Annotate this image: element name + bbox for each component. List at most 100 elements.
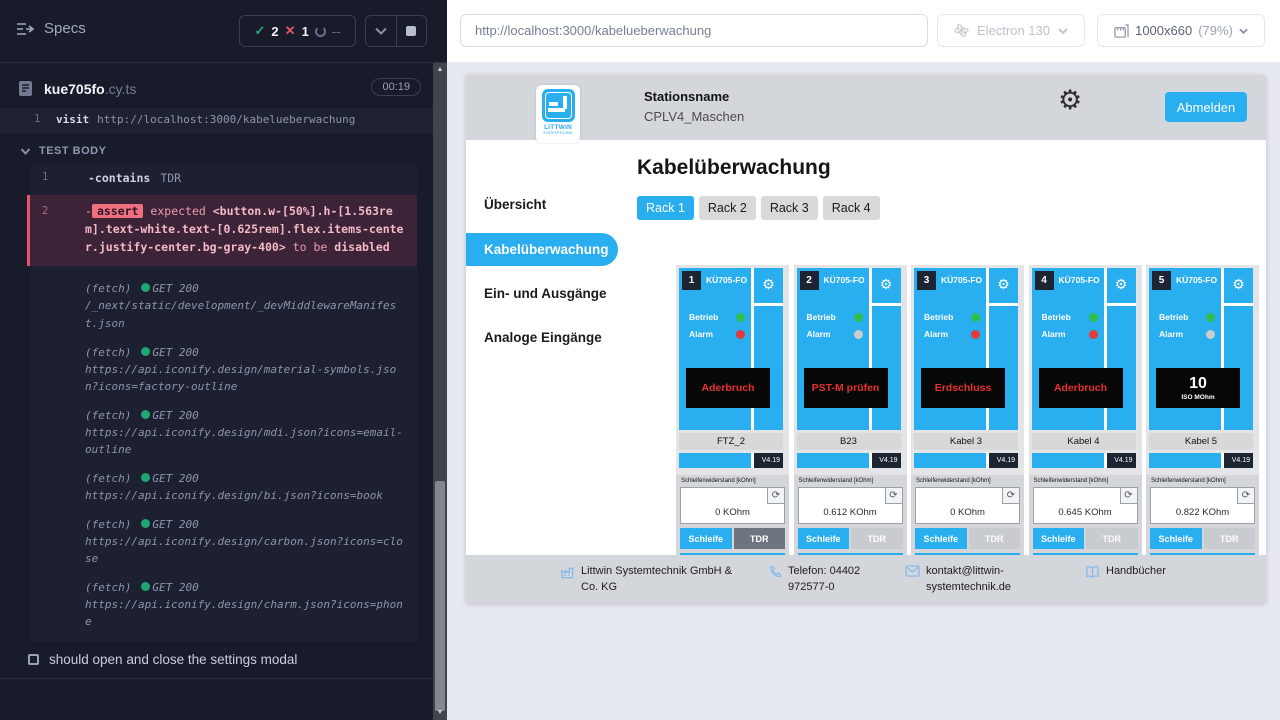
viewport-zoom: (79%) (1198, 23, 1233, 38)
scroll-down-icon[interactable]: ▼ (433, 708, 447, 718)
ruler-icon (1114, 24, 1129, 38)
runner-toolbar: Electron 130 1000x660 (79%) (447, 0, 1280, 62)
fetch-log-entry[interactable]: (fetch)GET 200 https://api.iconify.desig… (30, 573, 417, 636)
refresh-icon[interactable]: ⟳ (767, 487, 785, 504)
sidebar-item-uebersicht[interactable]: Übersicht (484, 197, 546, 212)
command-visit[interactable]: 1 visithttp://localhost:3000/kabelueberw… (0, 108, 433, 133)
device-gear-icon[interactable]: ⚙ (1232, 276, 1245, 292)
device-model: KÜ705-FO (1176, 275, 1217, 285)
test-body-label: TEST BODY (39, 145, 106, 157)
fetch-url: https://api.iconify.design/bi.json?icons… (85, 489, 383, 502)
fetch-url: https://api.iconify.design/charm.json?ic… (85, 598, 403, 628)
device-gear-icon[interactable]: ⚙ (997, 276, 1010, 292)
next-test-row[interactable]: should open and close the settings modal (0, 652, 433, 667)
logout-button[interactable]: Abmelden (1165, 92, 1247, 122)
next-test-title: should open and close the settings modal (49, 652, 297, 667)
command-arg: http://localhost:3000/kabelueberwachung (97, 113, 355, 126)
tdr-button[interactable]: TDR (734, 528, 786, 549)
tdr-button[interactable]: TDR (1086, 528, 1138, 549)
sidebar-item-analoge-eingaenge[interactable]: Analoge Eingänge (484, 330, 602, 345)
resistance-label: Schleifenwiderstand [kOhm] (681, 478, 756, 484)
betrieb-led (736, 313, 745, 322)
footer-phone: Telefon: 04402 972577-0 (768, 564, 898, 596)
scrollbar-thumb[interactable] (435, 481, 445, 711)
command-assert-failed[interactable]: 2 -assert expected <button.w-[50%].h-[1.… (27, 195, 417, 266)
viewport-selector[interactable]: 1000x660 (79%) (1097, 14, 1265, 47)
specs-menu[interactable]: Specs (16, 20, 86, 37)
betrieb-row: Betrieb (689, 312, 745, 322)
command-number: 1 (34, 113, 40, 125)
scroll-up-icon[interactable]: ▲ (433, 65, 447, 75)
reporter-header: Specs ✓ 2 ✕ 1 -- (0, 0, 447, 63)
slot-number: 4 (1035, 271, 1054, 290)
schleife-button[interactable]: Schleife (915, 528, 967, 549)
tdr-button[interactable]: TDR (851, 528, 903, 549)
cable-name: B23 (797, 433, 901, 450)
factory-icon (560, 565, 575, 580)
logo-mark-icon (542, 89, 575, 122)
station-name: CPLV4_Maschen (644, 109, 744, 124)
fetch-label: (fetch) (85, 346, 131, 359)
browser-label: Electron 130 (977, 23, 1050, 38)
chevron-down-icon (1058, 28, 1068, 34)
schleife-button[interactable]: Schleife (680, 528, 732, 549)
sidebar-item-kabelueberwachung[interactable]: Kabelüberwachung (466, 233, 618, 266)
address-bar[interactable] (460, 14, 928, 47)
littwin-logo: LITTWIN SYSTEMTECHNIK (536, 85, 580, 143)
reporter-scrollbar[interactable]: ▲ ▼ (433, 63, 447, 720)
refresh-icon[interactable]: ⟳ (1120, 487, 1138, 504)
schleife-button[interactable]: Schleife (798, 528, 850, 549)
fetch-log-entry[interactable]: (fetch)GET 200 https://api.iconify.desig… (30, 510, 417, 573)
fetch-label: (fetch) (85, 518, 131, 531)
cable-name: Kabel 4 (1032, 433, 1136, 450)
tab-rack-2[interactable]: Rack 2 (699, 196, 756, 220)
resistance-readout: ⟳ 0.612 KOhm (798, 487, 903, 524)
browser-selector[interactable]: Electron 130 (937, 14, 1085, 47)
fetch-log-entry[interactable]: (fetch)GET 200 /_next/static/development… (30, 274, 417, 337)
refresh-icon[interactable]: ⟳ (885, 487, 903, 504)
assert-state: disabled (334, 240, 389, 254)
firmware-version: V4.19 (1224, 453, 1253, 468)
tab-rack-3[interactable]: Rack 3 (761, 196, 818, 220)
device-model: KÜ705-FO (706, 275, 747, 285)
tdr-button[interactable]: TDR (1204, 528, 1256, 549)
schleife-button[interactable]: Schleife (1150, 528, 1202, 549)
app-header: Stationsname CPLV4_Maschen ⚙ Abmelden (466, 75, 1266, 140)
tdr-button[interactable]: TDR (969, 528, 1021, 549)
spec-row[interactable]: kue705fo.cy.ts 00:19 (0, 78, 433, 108)
device-gear-icon[interactable]: ⚙ (762, 276, 775, 292)
command-log: 1 visithttp://localhost:3000/kabelueberw… (0, 108, 433, 642)
device-gear-icon[interactable]: ⚙ (1115, 276, 1128, 292)
settings-gear-icon[interactable]: ⚙ (1058, 87, 1082, 114)
collapse-button[interactable] (366, 16, 396, 46)
sidebar-item-ein-und-ausgaenge[interactable]: Ein- und Ausgänge (484, 286, 607, 301)
footer-manuals[interactable]: Handbücher (1085, 564, 1166, 580)
spec-duration: 00:19 (371, 78, 421, 96)
spec-file-icon (18, 80, 33, 97)
fetch-url: https://api.iconify.design/material-symb… (85, 363, 396, 393)
page-title: Kabelüberwachung (637, 156, 831, 180)
test-body-header[interactable]: TEST BODY (20, 145, 419, 157)
pending-count: -- (332, 24, 341, 39)
refresh-icon[interactable]: ⟳ (1237, 487, 1255, 504)
specs-label: Specs (44, 20, 86, 37)
alarm-row: Alarm (1042, 329, 1098, 339)
schleife-button[interactable]: Schleife (1033, 528, 1085, 549)
device-gear-icon[interactable]: ⚙ (880, 276, 893, 292)
resistance-label: Schleifenwiderstand [kOhm] (916, 478, 991, 484)
stop-button[interactable] (396, 16, 427, 46)
passed-icon: ✓ (255, 23, 266, 39)
command-contains[interactable]: 1 -containsTDR (30, 165, 417, 191)
iso-unit: ISO MOhm (1181, 394, 1214, 401)
fetch-log-entry[interactable]: (fetch)GET 200 https://api.iconify.desig… (30, 401, 417, 464)
fetch-log-entry[interactable]: (fetch)GET 200 https://api.iconify.desig… (30, 464, 417, 510)
failed-count: 1 (302, 24, 309, 39)
resistance-readout: ⟳ 0 KOhm (680, 487, 785, 524)
command-name: -contains (88, 171, 150, 185)
divider (0, 678, 433, 679)
fetch-log-entry[interactable]: (fetch)GET 200 https://api.iconify.desig… (30, 338, 417, 401)
tab-rack-4[interactable]: Rack 4 (823, 196, 880, 220)
tab-rack-1[interactable]: Rack 1 (637, 196, 694, 220)
refresh-icon[interactable]: ⟳ (1002, 487, 1020, 504)
resistance-value: 0.645 KOhm (1034, 507, 1137, 518)
